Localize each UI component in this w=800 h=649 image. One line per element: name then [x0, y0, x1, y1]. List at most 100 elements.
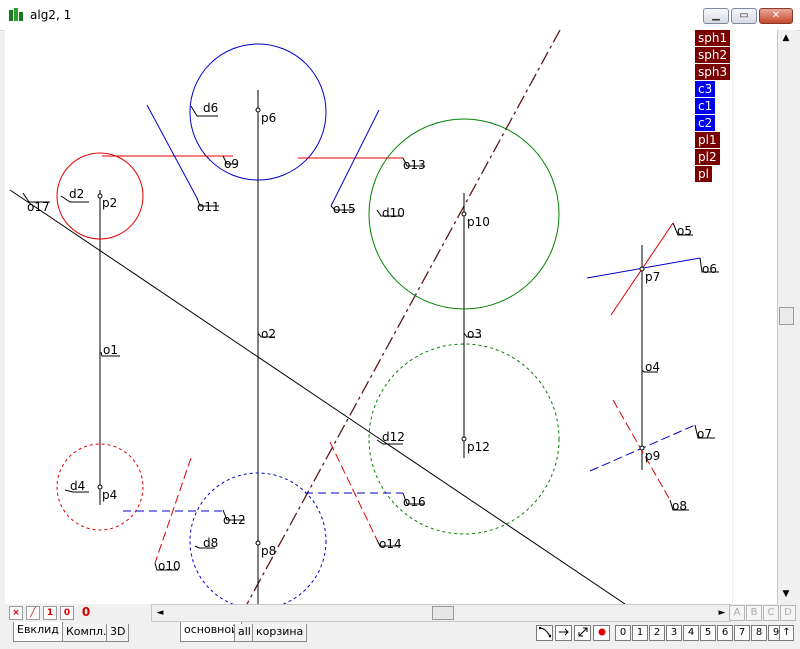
- digit-7-button[interactable]: 7: [734, 625, 750, 641]
- label-d8[interactable]: d8: [203, 537, 218, 550]
- vertical-scrollbar[interactable]: ▲ ▼: [777, 30, 796, 604]
- label-o8[interactable]: o8: [672, 500, 687, 513]
- label-o16[interactable]: o16: [403, 496, 426, 509]
- label-d2[interactable]: d2: [69, 188, 84, 201]
- geometry-drawing[interactable]: [5, 30, 732, 604]
- digit-1-button[interactable]: 1: [632, 625, 648, 641]
- label-p6[interactable]: p6: [261, 112, 276, 125]
- scroll-left-button[interactable]: ◄: [152, 605, 168, 621]
- label-o15[interactable]: o15: [333, 203, 356, 216]
- label-o10[interactable]: o10: [158, 560, 181, 573]
- label-o11[interactable]: o11: [197, 201, 220, 214]
- label-leaders: [22, 105, 719, 571]
- counter-display: 0: [81, 605, 91, 619]
- obj-sph3[interactable]: sph3: [695, 64, 731, 80]
- scroll-down-button[interactable]: ▼: [778, 586, 794, 602]
- up-arrow-button[interactable]: ↑: [779, 625, 794, 641]
- obj-c1[interactable]: c1: [695, 98, 716, 114]
- points[interactable]: [97, 107, 645, 546]
- delete-tool[interactable]: ×: [9, 606, 23, 620]
- minimize-button[interactable]: ▁: [703, 8, 729, 24]
- layer-a-button[interactable]: A: [729, 605, 745, 621]
- arrow-right-icon: [558, 628, 569, 636]
- maximize-icon: ▭: [739, 10, 749, 21]
- record-icon: [598, 628, 605, 636]
- label-d10[interactable]: d10: [382, 207, 405, 220]
- obj-pl2[interactable]: pl2: [695, 149, 720, 165]
- digit-8-button[interactable]: 8: [751, 625, 767, 641]
- label-o1[interactable]: o1: [103, 344, 118, 357]
- maximize-button[interactable]: ▭: [731, 8, 757, 24]
- arrow-tool-button[interactable]: [555, 625, 572, 641]
- tab-kompl[interactable]: Компл.: [62, 624, 111, 642]
- right-panel: ▲ ▼: [733, 30, 796, 604]
- tab-osnovnoy[interactable]: основной: [180, 622, 243, 642]
- label-o14[interactable]: o14: [379, 538, 402, 551]
- label-o6[interactable]: o6: [702, 263, 717, 276]
- zero-tool[interactable]: 0: [60, 606, 74, 620]
- layer-c-button[interactable]: C: [763, 605, 779, 621]
- label-p10[interactable]: p10: [467, 216, 490, 229]
- resize-tool-button[interactable]: [574, 625, 591, 641]
- drawing-canvas[interactable]: o17 d2 p2 d6 p6 o9 o11 o15 o13 d10 p10 o…: [5, 30, 732, 604]
- label-o5[interactable]: o5: [677, 225, 692, 238]
- line-d12[interactable]: [9, 189, 626, 604]
- label-o12[interactable]: o12: [223, 514, 246, 527]
- scroll-right-button[interactable]: ►: [714, 605, 730, 621]
- minimize-icon: ▁: [712, 10, 720, 21]
- window-title: alg2, 1: [30, 8, 72, 22]
- obj-pl[interactable]: pl: [695, 166, 712, 182]
- vertical-scroll-thumb[interactable]: [779, 307, 794, 325]
- horizontal-scrollbar[interactable]: ◄ ►: [151, 604, 731, 622]
- label-p7[interactable]: p7: [645, 271, 660, 284]
- layer-b-button[interactable]: B: [746, 605, 762, 621]
- resize-icon: [578, 627, 587, 637]
- label-o9[interactable]: o9: [224, 158, 239, 171]
- title-bar: alg2, 1 ▁ ▭ ✕: [0, 0, 800, 31]
- obj-c3[interactable]: c3: [695, 81, 716, 97]
- trace-red-dashed-1[interactable]: [154, 457, 192, 564]
- obj-pl1[interactable]: pl1: [695, 132, 720, 148]
- digit-5-button[interactable]: 5: [700, 625, 716, 641]
- tab-3d[interactable]: 3D: [106, 624, 130, 642]
- curve-tool-button[interactable]: [536, 625, 553, 641]
- trace-blue-1[interactable]: [146, 104, 198, 199]
- horizontal-scroll-thumb[interactable]: [432, 606, 454, 620]
- trace-red-dashed-2[interactable]: [329, 441, 378, 541]
- label-o3[interactable]: o3: [467, 328, 482, 341]
- label-p2[interactable]: p2: [102, 197, 117, 210]
- layer-d-button[interactable]: D: [780, 605, 796, 621]
- label-d6[interactable]: d6: [203, 102, 218, 115]
- label-d4[interactable]: d4: [70, 480, 85, 493]
- digit-0-button[interactable]: 0: [615, 625, 631, 641]
- obj-c2[interactable]: c2: [695, 115, 716, 131]
- scroll-up-button[interactable]: ▲: [778, 30, 794, 46]
- digit-2-button[interactable]: 2: [649, 625, 665, 641]
- close-icon: ✕: [771, 10, 781, 21]
- obj-sph1[interactable]: sph1: [695, 30, 731, 46]
- one-tool[interactable]: 1: [43, 606, 57, 620]
- label-d12[interactable]: d12: [382, 431, 405, 444]
- label-p4[interactable]: p4: [102, 489, 117, 502]
- obj-sph2[interactable]: sph2: [695, 47, 731, 63]
- close-button[interactable]: ✕: [759, 8, 793, 24]
- line-tool[interactable]: ╱: [26, 606, 40, 620]
- right-panel-area: [733, 30, 777, 604]
- tab-evklid[interactable]: Евклид: [13, 622, 63, 642]
- tab-korzina[interactable]: корзина: [252, 624, 308, 642]
- label-o13[interactable]: o13: [403, 159, 426, 172]
- label-o17[interactable]: o17: [27, 201, 50, 214]
- label-o4[interactable]: o4: [645, 361, 660, 374]
- label-p8[interactable]: p8: [261, 545, 276, 558]
- line-dashdot[interactable]: [246, 30, 561, 604]
- label-o7[interactable]: o7: [697, 428, 712, 441]
- digit-4-button[interactable]: 4: [683, 625, 699, 641]
- digit-6-button[interactable]: 6: [717, 625, 733, 641]
- label-p9[interactable]: p9: [645, 450, 660, 463]
- bottom-toolbar: × ╱ 1 0 0 ◄ ► A B C D: [5, 604, 796, 622]
- digit-3-button[interactable]: 3: [666, 625, 682, 641]
- record-button[interactable]: [593, 625, 610, 641]
- label-o2[interactable]: o2: [261, 328, 276, 341]
- curve-icon: [538, 626, 551, 638]
- label-p12[interactable]: p12: [467, 441, 490, 454]
